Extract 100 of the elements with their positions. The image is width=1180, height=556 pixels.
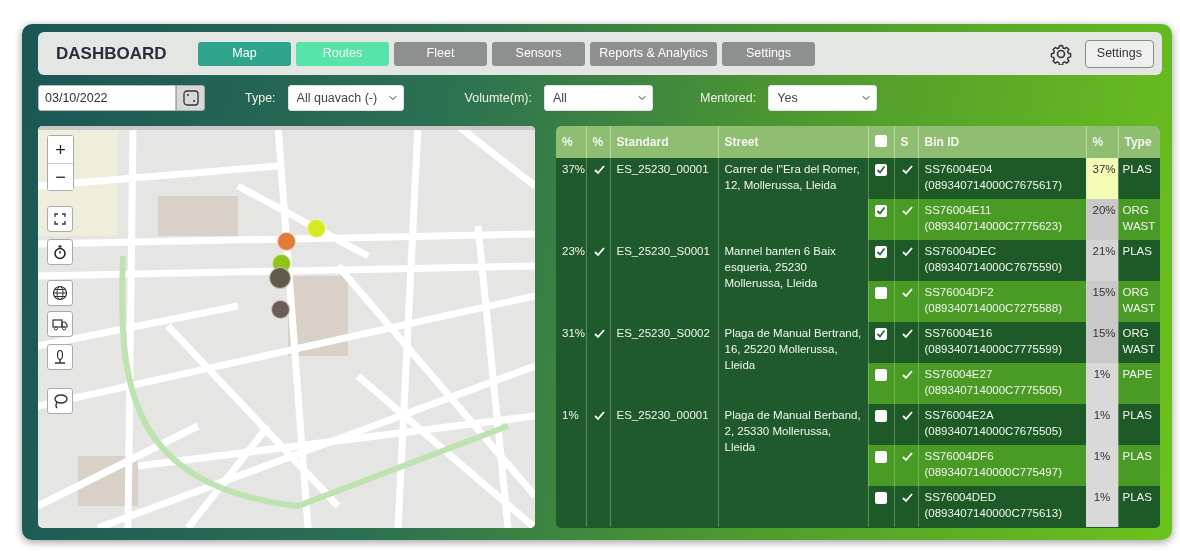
checkbox[interactable] bbox=[875, 287, 887, 299]
stopwatch-button[interactable] bbox=[47, 239, 73, 265]
table-cell: 37% bbox=[556, 158, 586, 240]
stopwatch-icon bbox=[52, 244, 68, 260]
bin-code: (089340714000C7675617) bbox=[924, 178, 1063, 193]
checkbox[interactable] bbox=[875, 492, 887, 504]
check-icon bbox=[900, 205, 914, 217]
table-cell: ES_25230_S0002 bbox=[610, 322, 718, 404]
filter-select[interactable]: Yes bbox=[768, 85, 878, 111]
checkbox[interactable] bbox=[875, 164, 887, 176]
column-header: Street bbox=[718, 126, 868, 158]
table-cell: 37% bbox=[1086, 158, 1118, 199]
table-cell: Plaga de Manual Bertrand, 16, 25220 Mollerussa, Lleida bbox=[718, 322, 868, 404]
table-cell: PLAS bbox=[1118, 486, 1160, 527]
filter-label: Type: bbox=[245, 89, 276, 107]
zoom-out-button[interactable]: − bbox=[48, 163, 73, 190]
check-icon bbox=[900, 410, 914, 422]
table-cell: PAPE bbox=[1118, 363, 1160, 404]
table-cell: ORG WAST bbox=[1118, 199, 1160, 240]
table-cell: 31% bbox=[556, 322, 586, 404]
column-header: % bbox=[556, 126, 586, 158]
bin-id: SS76004DEC bbox=[924, 244, 998, 259]
filter-select[interactable]: All bbox=[543, 85, 653, 111]
checkbox[interactable] bbox=[875, 328, 887, 340]
table-cell: 15% bbox=[1086, 322, 1118, 363]
check-icon bbox=[900, 164, 914, 176]
column-header: S bbox=[894, 126, 918, 158]
settings-icon[interactable] bbox=[1049, 42, 1072, 65]
checkbox[interactable] bbox=[875, 369, 887, 381]
table-cell: 1% bbox=[556, 404, 586, 527]
table-cell: 20% bbox=[1086, 199, 1118, 240]
checkbox[interactable] bbox=[875, 205, 887, 217]
table-cell: PLAS bbox=[1118, 158, 1160, 199]
table-cell: Carrer de l"Era del Romer, 12, Mollerussa, Lleida bbox=[718, 158, 868, 240]
person-button[interactable] bbox=[47, 344, 73, 370]
table-cell: Plaga de Manual Berband, 2, 25330 Mollerussa, Lleida bbox=[718, 404, 868, 527]
bin-id: SS76004DF6 bbox=[924, 449, 995, 464]
filter-label: Volumte(m): bbox=[464, 89, 532, 107]
table-cell: ORG WAST bbox=[1118, 322, 1160, 363]
dashboard-title: DASHBOARD bbox=[56, 42, 168, 65]
fullscreen-button[interactable] bbox=[47, 206, 73, 232]
column-header: Type bbox=[1118, 126, 1160, 158]
check-icon bbox=[592, 328, 606, 340]
checkbox[interactable] bbox=[875, 410, 887, 422]
fullscreen-icon bbox=[52, 211, 68, 227]
column-header: % bbox=[1086, 126, 1118, 158]
check-icon bbox=[592, 164, 606, 176]
bin-id: SS76004DED bbox=[924, 490, 998, 505]
truck-icon bbox=[52, 316, 68, 332]
table-cell: 1% bbox=[1086, 486, 1118, 527]
bin-code: (089340714000C7675505) bbox=[924, 424, 1063, 439]
lasso-icon bbox=[52, 393, 68, 409]
bin-id: SS76004E27 bbox=[924, 367, 994, 382]
check-icon bbox=[900, 492, 914, 504]
bin-id: SS76004DF2 bbox=[924, 285, 995, 300]
bin-code: (089340714000C7775599) bbox=[924, 342, 1063, 357]
bin-code: (0893407140000C775497) bbox=[924, 465, 1063, 480]
table-cell: 23% bbox=[556, 240, 586, 322]
check-icon bbox=[876, 329, 886, 339]
check-icon bbox=[900, 451, 914, 463]
bin-code: (089340714000C7775623) bbox=[924, 219, 1063, 234]
table-cell: PLAS bbox=[1118, 445, 1160, 486]
check-icon bbox=[876, 206, 886, 216]
bin-id: SS76004E16 bbox=[924, 326, 994, 341]
bin-id: SS76004E11 bbox=[924, 203, 993, 218]
check-icon bbox=[876, 165, 886, 175]
table-cell: 1% bbox=[1086, 445, 1118, 486]
bin-code: (089340714000C7275588) bbox=[924, 301, 1063, 316]
column-header: % bbox=[586, 126, 610, 158]
truck-button[interactable] bbox=[47, 311, 73, 337]
checkbox[interactable] bbox=[875, 246, 887, 258]
bin-code: (089340714000C7775505) bbox=[924, 383, 1063, 398]
filter-select[interactable]: All quavach (-) bbox=[287, 85, 404, 111]
table-cell: PLAS bbox=[1118, 404, 1160, 445]
table-cell: 1% bbox=[1086, 363, 1118, 404]
table-cell: 1% bbox=[1086, 404, 1118, 445]
checkbox[interactable] bbox=[875, 135, 887, 147]
check-icon bbox=[900, 246, 914, 258]
table-cell: ORG WAST bbox=[1118, 281, 1160, 322]
bin-id: SS76004E2A bbox=[924, 408, 995, 423]
lasso-button[interactable] bbox=[47, 388, 73, 414]
calendar-icon bbox=[182, 90, 199, 106]
globe-icon bbox=[52, 285, 68, 301]
checkbox[interactable] bbox=[875, 451, 887, 463]
table-cell: 15% bbox=[1086, 281, 1118, 322]
settings-button[interactable]: Settings bbox=[1084, 39, 1154, 68]
check-icon bbox=[876, 247, 886, 257]
calendar-button[interactable] bbox=[176, 85, 205, 111]
date-field[interactable]: 03/10/2022 bbox=[38, 85, 176, 111]
person-icon bbox=[52, 349, 68, 365]
check-icon bbox=[592, 410, 606, 422]
bin-id: SS76004E04 bbox=[924, 162, 994, 177]
check-icon bbox=[900, 328, 914, 340]
check-icon bbox=[592, 246, 606, 258]
check-icon bbox=[900, 287, 914, 299]
table-cell: ES_25230_00001 bbox=[610, 158, 718, 240]
bin-code: (089340714000C7675590) bbox=[924, 260, 1063, 275]
globe-button[interactable] bbox=[47, 280, 73, 306]
table-cell: Mannel banten 6 Baix esqueria, 25230 Mollerussa, Lleida bbox=[718, 240, 868, 322]
table-cell: PLAS bbox=[1118, 240, 1160, 281]
